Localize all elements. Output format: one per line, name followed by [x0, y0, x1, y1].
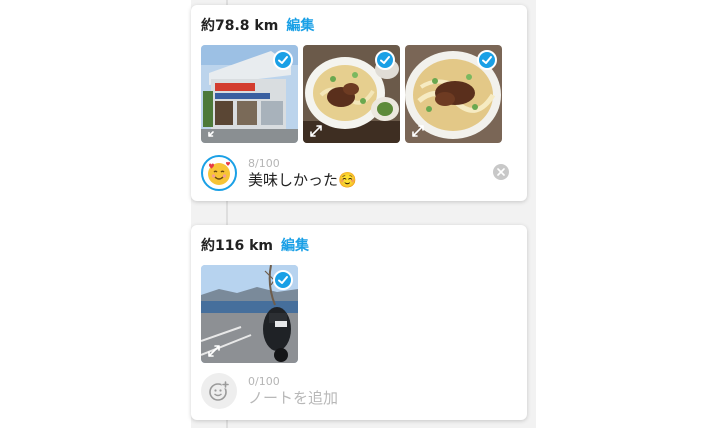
expand-icon[interactable] — [207, 124, 221, 138]
clear-note-icon[interactable] — [493, 164, 509, 180]
selected-check-icon[interactable] — [273, 50, 293, 70]
entry-header: 約78.8 km 編集 — [201, 15, 314, 35]
note-row[interactable]: 0/100 ノートを追加 — [201, 373, 338, 409]
expand-icon[interactable] — [411, 124, 425, 138]
selected-check-icon[interactable] — [273, 270, 293, 290]
note-content[interactable]: 8/100 美味しかった☺️ — [248, 157, 357, 190]
photo-thumbnail-ramen-closeup[interactable] — [405, 45, 502, 143]
note-row[interactable]: 8/100 美味しかった☺️ — [201, 155, 357, 191]
photo-thumbnail-ramen[interactable] — [303, 45, 400, 143]
photo-strip — [201, 265, 298, 363]
entry-header: 約116 km 編集 — [201, 235, 309, 255]
selected-check-icon[interactable] — [375, 50, 395, 70]
timeline-entry-card: 約78.8 km 編集 8/100 美味しかった☺️ — [191, 5, 527, 201]
note-text[interactable]: 美味しかった☺️ — [248, 170, 357, 190]
note-content[interactable]: 0/100 ノートを追加 — [248, 375, 338, 408]
note-char-counter: 8/100 — [248, 156, 280, 170]
add-note-placeholder[interactable]: ノートを追加 — [248, 388, 338, 408]
edit-button[interactable]: 編集 — [281, 235, 309, 255]
expand-icon[interactable] — [207, 344, 221, 358]
smiling-face-hearts-icon[interactable] — [201, 155, 237, 191]
note-char-counter: 0/100 — [248, 374, 280, 388]
edit-button[interactable]: 編集 — [286, 15, 314, 35]
photo-thumbnail-motorcycle[interactable] — [201, 265, 298, 363]
selected-check-icon[interactable] — [477, 50, 497, 70]
expand-icon[interactable] — [309, 124, 323, 138]
photo-thumbnail-storefront[interactable] — [201, 45, 298, 143]
add-emoji-icon[interactable] — [201, 373, 237, 409]
photo-strip — [201, 45, 502, 143]
distance-label: 約78.8 km — [201, 18, 279, 34]
timeline-entry-card: 約116 km 編集 0/100 ノートを追加 — [191, 225, 527, 420]
distance-label: 約116 km — [201, 238, 273, 254]
